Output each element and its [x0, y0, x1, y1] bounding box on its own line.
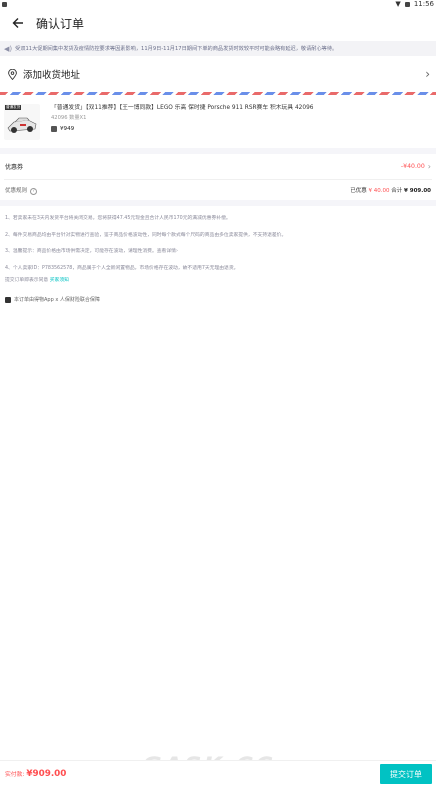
status-time: 11:56 [413, 0, 434, 8]
wifi-icon: ▼ [395, 0, 401, 8]
product-info: 「普通发货」【双11推荐】【王一博同款】LEGO 乐高 保时捷 Porsche … [51, 104, 430, 140]
add-address-row[interactable]: 添加收货地址 › [0, 56, 436, 92]
coupon-label: 优惠券 [5, 164, 24, 171]
product-image: 普通发货 [4, 104, 40, 140]
rule-label: 优惠规则 [5, 187, 28, 194]
top-bar: 确认订单 [0, 8, 436, 38]
chevron-right-icon: › [427, 162, 431, 171]
shield-icon [5, 296, 11, 303]
agreement-text: 提交订单即表示同意 [5, 278, 49, 283]
add-address-label: 添加收货地址 [23, 70, 81, 81]
coupon-value-group: -¥40.00 › [401, 162, 431, 171]
status-bar: ▼ 11:56 [0, 0, 436, 8]
term-item[interactable]: 3、温馨提示：商品价格由市场供需决定，可能存在波动，请理性消费。查看详情› [5, 248, 431, 255]
term-item: 2、每件交易商品均由平台针对实物进行查验，鉴于商品价格波动性，同时每个款式每个尺… [5, 232, 287, 238]
product-tag: 普通发货 [5, 105, 22, 110]
pay-amount: ¥909.00 [26, 769, 67, 779]
coupon-value: -¥40.00 [400, 163, 425, 170]
product-card[interactable]: 普通发货 「普通发货」【双11推荐】【王一博同款】LEGO 乐高 保时捷 Por… [0, 95, 436, 148]
page-title: 确认订单 [36, 16, 85, 31]
rule-summary: 已优惠 ¥ 40.00 合计 ¥ 909.00 [350, 186, 431, 194]
buyer-notice-link[interactable]: 买家须知 [50, 278, 69, 283]
notice-text: 受双11大促期间集中发货及疫情防控要求等因素影响，11月9日-11月17日期间下… [15, 46, 338, 52]
price-icon [51, 126, 57, 132]
chevron-right-icon: › [425, 67, 430, 81]
product-spec: 42096 数量X1 [51, 115, 87, 121]
product-price: ¥949 [60, 126, 75, 132]
guarantee-text: 本订单由得物App x 人保财险联合保障 [14, 297, 100, 303]
product-price-row: ¥949 [51, 126, 430, 132]
total-label: 合计 [391, 188, 403, 194]
app-notification-icon [2, 1, 7, 7]
payment-summary: 实付款: ¥909.00 [0, 769, 66, 779]
back-arrow-icon[interactable] [8, 13, 28, 33]
pay-label: 实付款: [5, 772, 25, 778]
speaker-icon: ◀) [4, 44, 13, 53]
agreement-line: 提交订单即表示同意 买家须知 [5, 276, 431, 283]
rule-label-group: 优惠规则? [5, 186, 38, 195]
submit-order-button[interactable]: 提交订单 [380, 764, 432, 784]
discount-rule-row: 优惠规则? 已优惠 ¥ 40.00 合计 ¥ 909.00 [0, 180, 436, 200]
shipping-notice: ◀) 受双11大促期间集中发货及疫情防控要求等因素影响，11月9日-11月17日… [0, 41, 436, 56]
coupon-row[interactable]: 优惠券 -¥40.00 › [0, 154, 436, 179]
location-pin-icon [6, 68, 18, 80]
bottom-bar: 实付款: ¥909.00 提交订单 [0, 760, 436, 787]
term-item: 4、个人卖家ID：P783562578，商品属于个人全新闲置物品，市场价格存在波… [5, 265, 239, 271]
total-value: ¥ 909.00 [404, 188, 431, 194]
terms-section: 1、若卖家未在3天内发货平台将关闭交易。您将获得47.45元现金且合计人民币17… [0, 206, 436, 303]
guarantee-line: 本订单由得物App x 人保财险联合保障 [5, 296, 431, 303]
question-icon[interactable]: ? [30, 187, 38, 195]
battery-icon [404, 1, 410, 7]
product-name: 「普通发货」【双11推荐】【王一博同款】LEGO 乐高 保时捷 Porsche … [51, 105, 314, 111]
status-right: ▼ 11:56 [395, 0, 434, 8]
term-item: 1、若卖家未在3天内发货平台将关闭交易。您将获得47.45元现金且合计人民币17… [5, 216, 231, 221]
discount-label: 已优惠 [350, 188, 367, 194]
discount-value: ¥ 40.00 [368, 188, 390, 194]
